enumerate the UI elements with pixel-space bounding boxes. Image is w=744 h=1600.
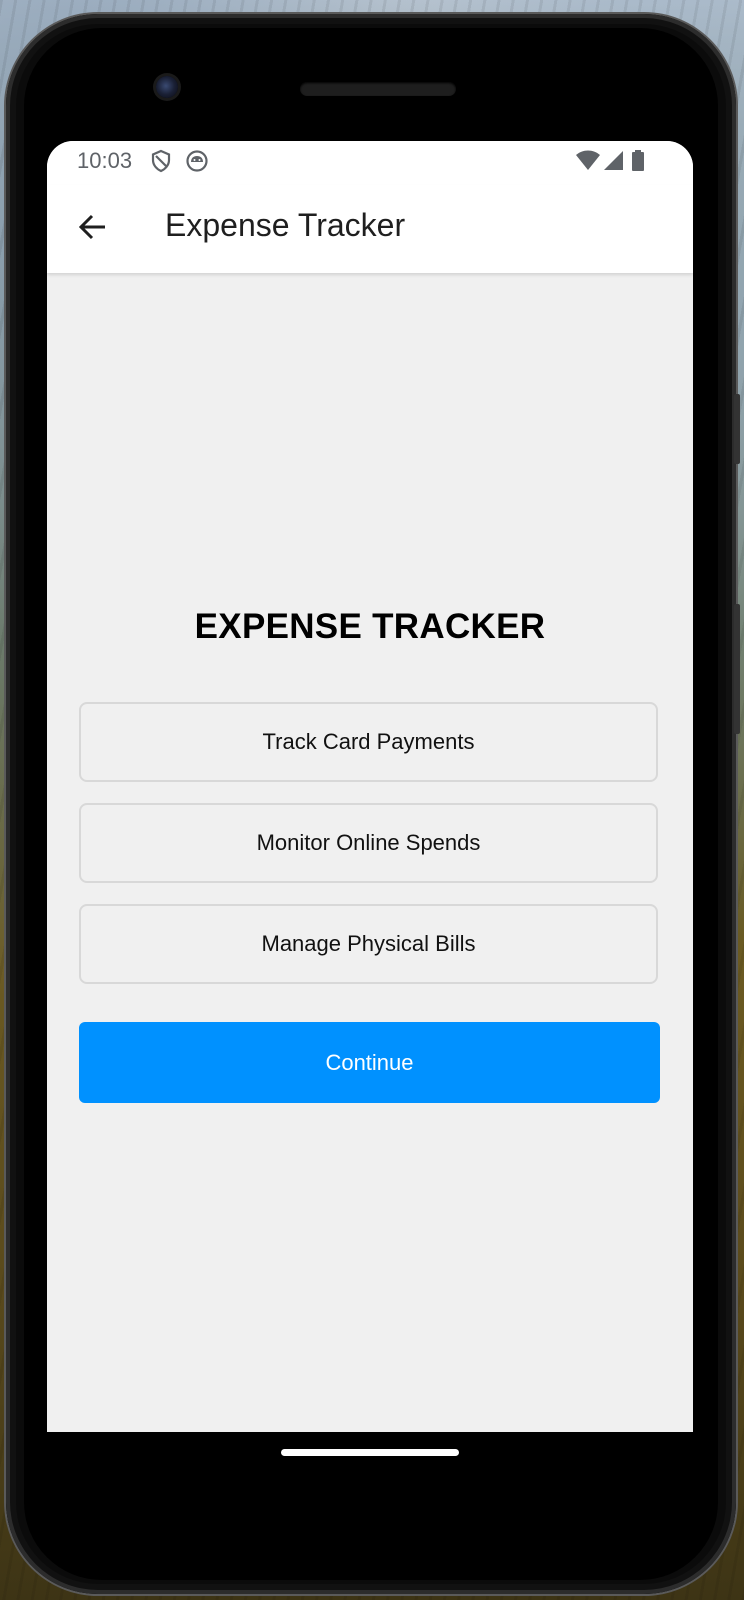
cell-signal-icon [602,149,626,173]
continue-label: Continue [325,1049,414,1075]
monitor-online-spends-button[interactable]: Monitor Online Spends [79,803,658,883]
wifi-icon [575,149,600,173]
earpiece-speaker [300,82,456,96]
page-heading: EXPENSE TRACKER [194,607,546,646]
option-label: Track Card Payments [262,729,475,754]
volume-button [734,604,740,734]
front-camera [156,76,178,98]
app-bar-title: Expense Tracker [165,207,406,243]
arrow-left-icon [77,211,109,248]
status-time: 10:03 [77,148,133,173]
option-label: Monitor Online Spends [256,830,481,855]
back-button[interactable] [67,203,119,255]
continue-button[interactable]: Continue [79,1022,660,1103]
android-face-icon [185,149,209,173]
battery-icon [631,149,655,173]
home-indicator[interactable] [281,1449,459,1456]
status-bar: 10:03 [47,141,693,185]
app-bar: Expense Tracker [47,185,693,273]
manage-physical-bills-button[interactable]: Manage Physical Bills [79,904,658,984]
shield-icon [149,149,173,173]
app-screen: 10:03 Expense Tracker EXPENSE TRACKER Tr… [47,141,693,1432]
track-card-payments-button[interactable]: Track Card Payments [79,702,658,782]
power-button [734,394,740,464]
option-label: Manage Physical Bills [261,931,476,956]
